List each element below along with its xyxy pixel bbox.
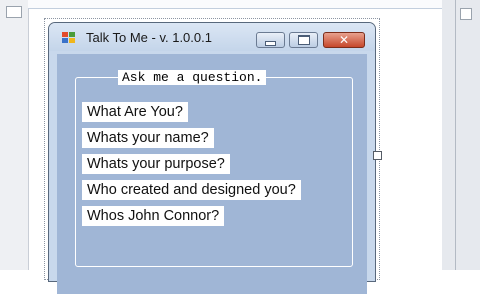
- ide-splitter[interactable]: [455, 0, 456, 270]
- maximize-icon: [297, 35, 310, 45]
- question-whats-your-name[interactable]: Whats your name?: [82, 128, 214, 148]
- question-whats-your-purpose[interactable]: Whats your purpose?: [82, 154, 230, 174]
- window-title: Talk To Me - v. 1.0.0.1: [86, 30, 212, 45]
- close-icon: ✕: [338, 33, 350, 47]
- title-bar[interactable]: Talk To Me - v. 1.0.0.1 ✕: [49, 23, 375, 51]
- question-who-created-you[interactable]: Who created and designed you?: [82, 180, 301, 200]
- form-window[interactable]: Talk To Me - v. 1.0.0.1 ✕ Ask me a quest…: [48, 22, 376, 294]
- ide-panel-marker: [460, 8, 472, 20]
- groupbox-title: Ask me a question.: [118, 70, 267, 85]
- close-button[interactable]: ✕: [323, 32, 365, 48]
- app-icon[interactable]: [62, 32, 76, 44]
- minimize-button[interactable]: [256, 32, 285, 48]
- ide-top-bar: [28, 0, 442, 9]
- maximize-button[interactable]: [289, 32, 318, 48]
- question-what-are-you[interactable]: What Are You?: [82, 102, 188, 122]
- minimize-icon: [265, 40, 276, 46]
- ide-left-panel: [0, 0, 29, 270]
- resize-handle[interactable]: [373, 151, 382, 160]
- form-client-area: Ask me a question. What Are You? Whats y…: [57, 54, 367, 294]
- ide-panel-marker: [6, 6, 22, 18]
- ide-right-panel: [442, 0, 480, 270]
- question-whos-john-connor[interactable]: Whos John Connor?: [82, 206, 225, 226]
- question-groupbox: Ask me a question. What Are You? Whats y…: [75, 70, 353, 267]
